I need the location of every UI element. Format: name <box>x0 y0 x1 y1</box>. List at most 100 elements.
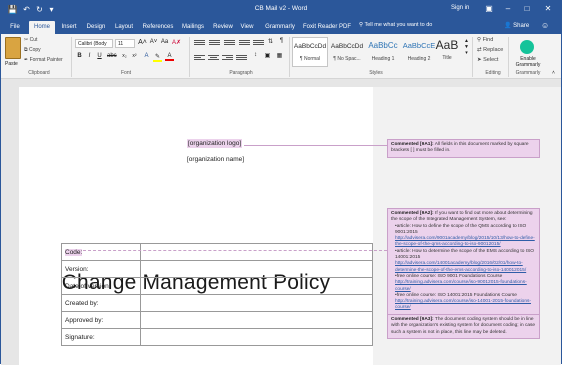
ribbon-display-icon[interactable]: ▣ <box>482 3 496 15</box>
font-color-icon[interactable]: A <box>165 53 174 61</box>
window-title: CB Mail v2 - Word <box>254 5 308 12</box>
tab-mailings[interactable]: Mailings <box>179 21 207 34</box>
comment-9a2[interactable]: Commented [9A2]: If you want to find out… <box>387 208 540 315</box>
strikethrough-icon[interactable]: abc <box>107 53 117 59</box>
maximize-icon[interactable]: □ <box>520 3 534 15</box>
font-size-select[interactable]: 11 <box>115 39 135 48</box>
show-marks-icon[interactable]: ¶ <box>277 38 286 44</box>
shading-icon[interactable]: ▣ <box>263 52 272 59</box>
tab-references[interactable]: References <box>141 21 175 34</box>
clear-formatting-icon[interactable]: A✗ <box>172 39 181 46</box>
group-divider <box>71 37 72 77</box>
comment-9a1[interactable]: Commented [9A1]: All fields in this docu… <box>387 139 540 158</box>
decrease-indent-icon[interactable] <box>239 39 250 48</box>
comment-9a3[interactable]: Commented [9A3]: The document coding sys… <box>387 314 540 339</box>
table-label: Code: <box>61 243 141 261</box>
tell-me-text: Tell me what you want to do <box>364 22 433 28</box>
styles-scroll-icon[interactable]: ▲ ▼ ▾ <box>462 38 471 56</box>
close-icon[interactable]: ✕ <box>541 3 555 15</box>
editing-group-label: Editing <box>485 70 501 76</box>
tab-insert[interactable]: Insert <box>58 21 80 34</box>
comment-link[interactable]: http://training.advisera.com/course/iso-… <box>395 280 527 291</box>
group-divider <box>289 37 290 77</box>
replace-button[interactable]: ⇄ Replace <box>477 47 503 53</box>
grow-font-icon[interactable]: A˄ <box>138 39 147 46</box>
tab-file[interactable]: File <box>6 21 24 34</box>
multilevel-list-icon[interactable] <box>224 39 235 48</box>
tab-home[interactable]: Home <box>29 21 55 34</box>
sort-icon[interactable]: ⇅ <box>266 38 275 45</box>
style-preview: AaB <box>435 38 459 52</box>
comment-link[interactable]: http://advisera.com/9001academy/blog/201… <box>395 236 535 247</box>
table-value[interactable] <box>140 328 373 346</box>
style-heading-1[interactable]: AaBbCc Heading 1 <box>365 37 401 67</box>
find-button[interactable]: ⚲ Find <box>477 37 493 43</box>
table-value[interactable] <box>140 243 373 261</box>
bullets-icon[interactable] <box>194 39 205 48</box>
comment-item-text: article: How to define the scope of the … <box>395 223 527 235</box>
style-no-spacing[interactable]: AaBbCcDd ¶ No Spac... <box>329 37 365 67</box>
align-right-icon[interactable] <box>222 54 233 63</box>
align-center-icon[interactable] <box>208 54 219 63</box>
tab-view[interactable]: View <box>238 21 256 34</box>
increase-indent-icon[interactable] <box>253 39 264 48</box>
highlight-icon[interactable]: ✎ <box>153 53 162 62</box>
justify-icon[interactable] <box>236 54 247 63</box>
enable-grammarly-button[interactable]: Enable Grammarly <box>511 56 545 68</box>
subscript-icon[interactable]: x₂ <box>120 53 129 59</box>
line-spacing-icon[interactable]: ↕ <box>251 52 260 58</box>
tell-me-search[interactable]: ⚲ Tell me what you want to do <box>359 22 432 28</box>
table-row: Date of version: <box>61 277 373 295</box>
tab-layout[interactable]: Layout <box>112 21 136 34</box>
paste-icon[interactable] <box>5 37 21 59</box>
code-label: Code: <box>65 248 83 256</box>
table-row: Approved by: <box>61 311 373 329</box>
collapse-ribbon-icon[interactable]: ˄ <box>549 70 558 76</box>
tab-design[interactable]: Design <box>84 21 108 34</box>
tab-grammarly[interactable]: Grammarly <box>263 21 297 34</box>
sign-in-link[interactable]: Sign in <box>451 5 469 11</box>
italic-icon[interactable]: I <box>85 53 94 59</box>
style-title[interactable]: AaB Title <box>433 37 461 67</box>
logo-placeholder: [organization logo] <box>187 139 243 148</box>
borders-icon[interactable]: ▦ <box>275 52 284 59</box>
table-value[interactable] <box>140 294 373 312</box>
numbering-icon[interactable] <box>209 39 220 48</box>
bold-icon[interactable]: B <box>75 53 84 59</box>
replace-label: Replace <box>483 47 504 53</box>
style-name: Title <box>442 55 452 61</box>
superscript-icon[interactable]: x² <box>130 53 139 59</box>
smiley-icon[interactable]: ☺ <box>541 21 549 30</box>
align-left-icon[interactable] <box>194 54 205 63</box>
comment-id: Commented [9A1]: <box>391 142 434 147</box>
font-name-select[interactable]: Calibri (Body <box>75 39 113 48</box>
cut-button[interactable]: ✂ Cut <box>24 37 37 43</box>
style-normal[interactable]: AaBbCcDd ¶ Normal <box>292 37 328 67</box>
format-painter-button[interactable]: ✒ Format Painter <box>24 57 63 63</box>
share-button[interactable]: 👤 Share <box>504 22 529 29</box>
text-effects-icon[interactable]: A <box>142 53 151 59</box>
underline-icon[interactable]: U <box>95 53 104 59</box>
minimize-icon[interactable]: – <box>501 3 515 15</box>
grammarly-icon[interactable] <box>520 40 534 54</box>
shrink-font-icon[interactable]: A˅ <box>149 39 158 45</box>
table-value[interactable] <box>140 260 373 278</box>
comment-link[interactable]: http://training.advisera.com/course/iso-… <box>395 299 531 310</box>
style-preview: AaBbCcDd <box>330 43 364 50</box>
styles-group-label: Styles <box>369 70 383 76</box>
table-label: Version: <box>61 260 141 278</box>
paragraph-group-label: Paragraph <box>229 70 253 76</box>
paste-button[interactable]: Paste <box>5 61 18 67</box>
tab-review[interactable]: Review <box>211 21 235 34</box>
tab-foxit-reader-pdf[interactable]: Foxit Reader PDF <box>301 21 353 34</box>
copy-button[interactable]: ⧉ Copy <box>24 47 41 53</box>
comment-link[interactable]: http://advisera.com/14001academy/blog/20… <box>395 261 526 272</box>
table-value[interactable] <box>140 311 373 329</box>
font-group-label: Font <box>120 70 131 76</box>
comment-item-text: free online course: ISO 14001:2015 Found… <box>396 292 517 298</box>
table-value[interactable] <box>140 277 373 295</box>
change-case-icon[interactable]: Aa <box>160 39 169 45</box>
table-row: Version: <box>61 260 373 278</box>
select-button[interactable]: ➤ Select <box>477 57 498 63</box>
style-heading-2[interactable]: AaBbCcE Heading 2 <box>401 37 437 67</box>
